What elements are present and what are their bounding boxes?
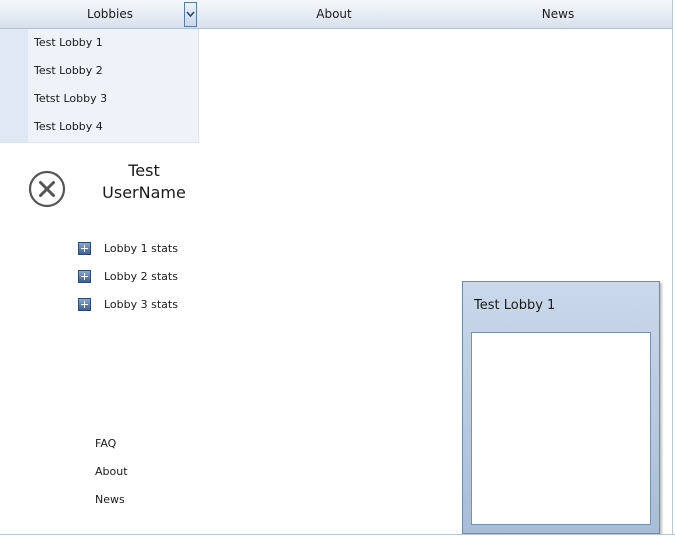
dropdown-gutter <box>0 29 28 142</box>
menu-news[interactable]: News <box>448 0 668 29</box>
lobby-panel-title: Test Lobby 1 <box>474 298 556 313</box>
user-name-line-1: Test <box>128 161 160 180</box>
lobby-panel-content[interactable] <box>471 332 651 525</box>
stats-item-label: Lobby 1 stats <box>104 242 178 255</box>
dropdown-item-lobby-2[interactable]: Test Lobby 2 <box>34 61 103 81</box>
menu-about[interactable]: About <box>224 0 444 29</box>
user-name-line-2: UserName <box>102 183 186 202</box>
lobby-panel: Test Lobby 1 <box>462 281 660 534</box>
app-window: Lobbies About News Test Lobby 1 Test Lob… <box>0 0 675 537</box>
user-name: Test UserName <box>88 160 200 204</box>
footer-link-news[interactable]: News <box>95 492 125 508</box>
dropdown-item-lobby-4[interactable]: Test Lobby 4 <box>34 117 103 137</box>
expand-plus-icon[interactable] <box>78 270 91 283</box>
expand-plus-icon[interactable] <box>78 298 91 311</box>
menu-bar: Lobbies About News <box>0 0 672 29</box>
footer-link-faq[interactable]: FAQ <box>95 436 116 452</box>
chevron-down-icon <box>186 11 195 18</box>
stats-item-label: Lobby 3 stats <box>104 298 178 311</box>
dropdown-item-lobby-1[interactable]: Test Lobby 1 <box>34 33 103 53</box>
footer-link-about[interactable]: About <box>95 464 128 480</box>
lobbies-dropdown-toggle[interactable] <box>184 2 197 27</box>
expand-plus-icon[interactable] <box>78 242 91 255</box>
stats-item-label: Lobby 2 stats <box>104 270 178 283</box>
close-circle-icon[interactable] <box>28 170 66 208</box>
dropdown-item-lobby-3[interactable]: Tetst Lobby 3 <box>34 89 107 109</box>
lobbies-dropdown: Test Lobby 1 Test Lobby 2 Tetst Lobby 3 … <box>0 29 199 143</box>
